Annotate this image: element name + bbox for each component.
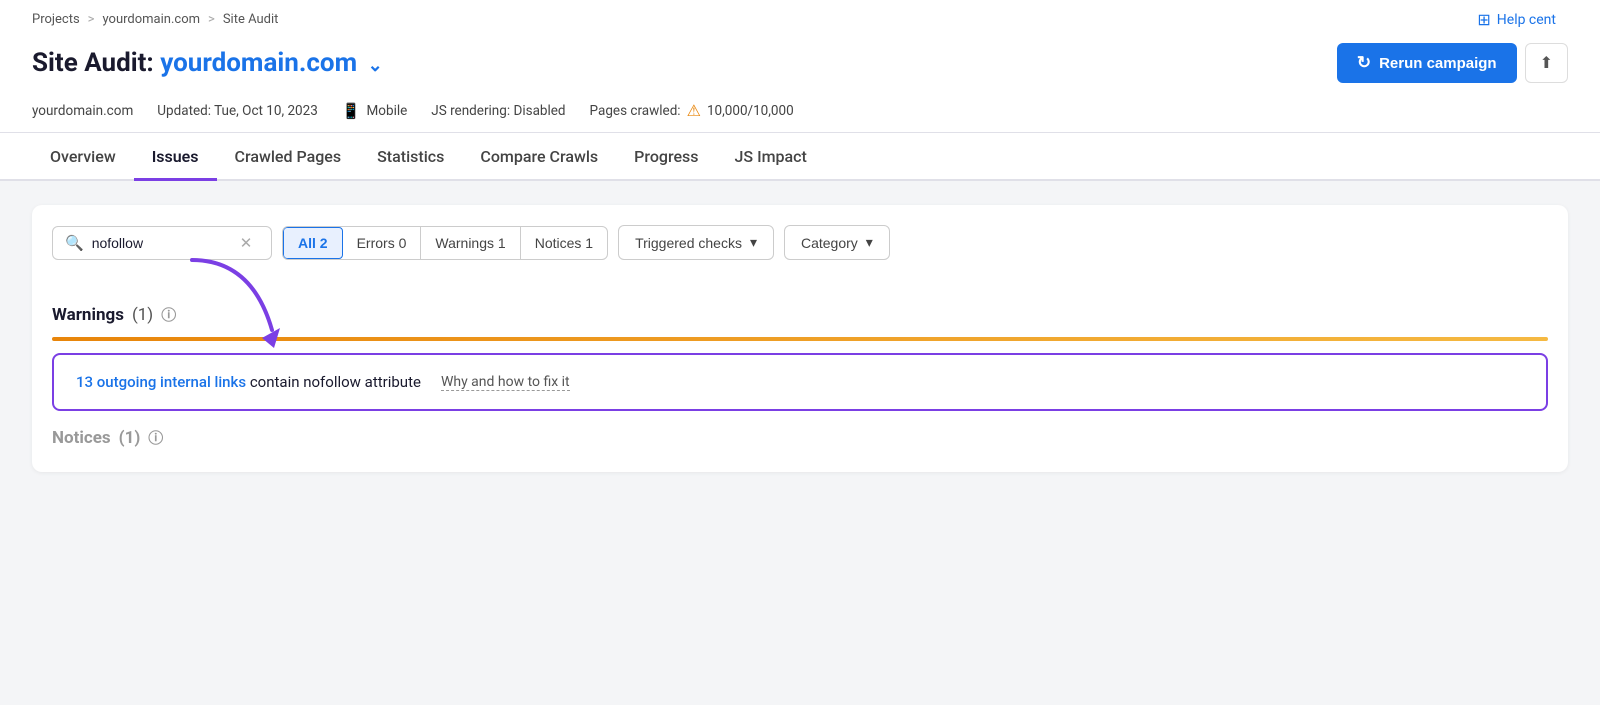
- search-box[interactable]: 🔍 nofollow ✕: [52, 226, 272, 260]
- filter-type-group: All 2 Errors 0 Warnings 1 Notices 1: [282, 226, 608, 260]
- breadcrumb-domain[interactable]: yourdomain.com: [102, 12, 200, 27]
- meta-pages-crawled: Pages crawled: ⚠ 10,000/10,000: [590, 101, 794, 120]
- filter-all-button[interactable]: All 2: [283, 227, 343, 259]
- notices-title: Notices: [52, 428, 111, 448]
- warnings-count: (1): [132, 305, 153, 325]
- issue-link[interactable]: 13 outgoing internal links: [76, 373, 246, 391]
- category-dropdown[interactable]: Category ▾: [784, 225, 890, 260]
- filter-errors-button[interactable]: Errors 0: [343, 227, 422, 259]
- nav-tabs: Overview Issues Crawled Pages Statistics…: [0, 133, 1600, 181]
- issue-card: 13 outgoing internal links contain nofol…: [52, 353, 1548, 411]
- category-label: Category: [801, 235, 858, 251]
- chevron-down-icon[interactable]: ⌄: [368, 55, 383, 76]
- notices-section: Notices (1) ⓘ: [52, 411, 1548, 452]
- upload-icon: ⬆: [1540, 53, 1553, 73]
- notices-info-icon[interactable]: ⓘ: [148, 427, 163, 448]
- tab-overview[interactable]: Overview: [32, 133, 134, 181]
- clear-icon[interactable]: ✕: [240, 234, 253, 252]
- rerun-icon: ↻: [1357, 53, 1371, 73]
- filter-notices-button[interactable]: Notices 1: [521, 227, 607, 259]
- mobile-icon: 📱: [342, 102, 361, 120]
- warning-icon: ⚠: [687, 101, 701, 120]
- fix-link[interactable]: Why and how to fix it: [441, 374, 570, 391]
- info-icon[interactable]: ⓘ: [161, 304, 176, 325]
- breadcrumb-projects[interactable]: Projects: [32, 12, 80, 27]
- meta-device: 📱 Mobile: [342, 102, 407, 120]
- tab-issues[interactable]: Issues: [134, 133, 217, 181]
- help-center-link[interactable]: ⊞ Help cent: [1477, 10, 1556, 29]
- tab-js-impact[interactable]: JS Impact: [717, 133, 825, 181]
- chevron-down-icon: ▾: [750, 234, 757, 251]
- chevron-down-icon: ▾: [866, 234, 873, 251]
- breadcrumb-current: Site Audit: [223, 12, 279, 27]
- triggered-checks-dropdown[interactable]: Triggered checks ▾: [618, 225, 774, 260]
- notices-header: Notices (1) ⓘ: [52, 427, 1548, 448]
- domain-link[interactable]: yourdomain.com: [160, 48, 357, 78]
- page-title: Site Audit: yourdomain.com ⌄: [32, 48, 383, 78]
- tab-compare-crawls[interactable]: Compare Crawls: [462, 133, 616, 181]
- breadcrumb-sep-2: >: [208, 12, 215, 27]
- pages-crawled-value: 10,000/10,000: [707, 103, 794, 119]
- warnings-header: Warnings (1) ⓘ: [52, 288, 1548, 337]
- notices-count: (1): [119, 428, 141, 448]
- meta-info: yourdomain.com Updated: Tue, Oct 10, 202…: [32, 95, 1568, 132]
- meta-js-rendering: JS rendering: Disabled: [431, 103, 565, 119]
- help-icon: ⊞: [1477, 10, 1490, 29]
- pages-crawled-label: Pages crawled:: [590, 103, 681, 119]
- tab-progress[interactable]: Progress: [616, 133, 716, 181]
- warning-severity-bar: [52, 337, 1548, 341]
- warnings-section: Warnings (1) ⓘ 13 outgoing internal link…: [52, 288, 1548, 411]
- rerun-campaign-button[interactable]: ↻ Rerun campaign: [1337, 43, 1517, 83]
- tab-statistics[interactable]: Statistics: [359, 133, 462, 181]
- export-button[interactable]: ⬆: [1525, 43, 1568, 83]
- issue-text: contain nofollow attribute: [250, 373, 421, 391]
- search-icon: 🔍: [65, 234, 84, 252]
- triggered-checks-label: Triggered checks: [635, 235, 742, 251]
- help-label: Help cent: [1497, 12, 1556, 28]
- filter-bar: 🔍 nofollow ✕ All 2 Errors 0 Warnings 1: [52, 205, 1548, 260]
- filter-warnings-button[interactable]: Warnings 1: [421, 227, 520, 259]
- tab-crawled-pages[interactable]: Crawled Pages: [217, 133, 360, 181]
- search-input[interactable]: nofollow: [92, 235, 232, 251]
- meta-updated: Updated: Tue, Oct 10, 2023: [157, 103, 318, 119]
- breadcrumb: Projects > yourdomain.com > Site Audit ⊞…: [32, 0, 1568, 35]
- warnings-title: Warnings: [52, 305, 124, 325]
- rerun-label: Rerun campaign: [1379, 55, 1497, 72]
- breadcrumb-sep-1: >: [88, 12, 95, 27]
- meta-domain: yourdomain.com: [32, 103, 133, 119]
